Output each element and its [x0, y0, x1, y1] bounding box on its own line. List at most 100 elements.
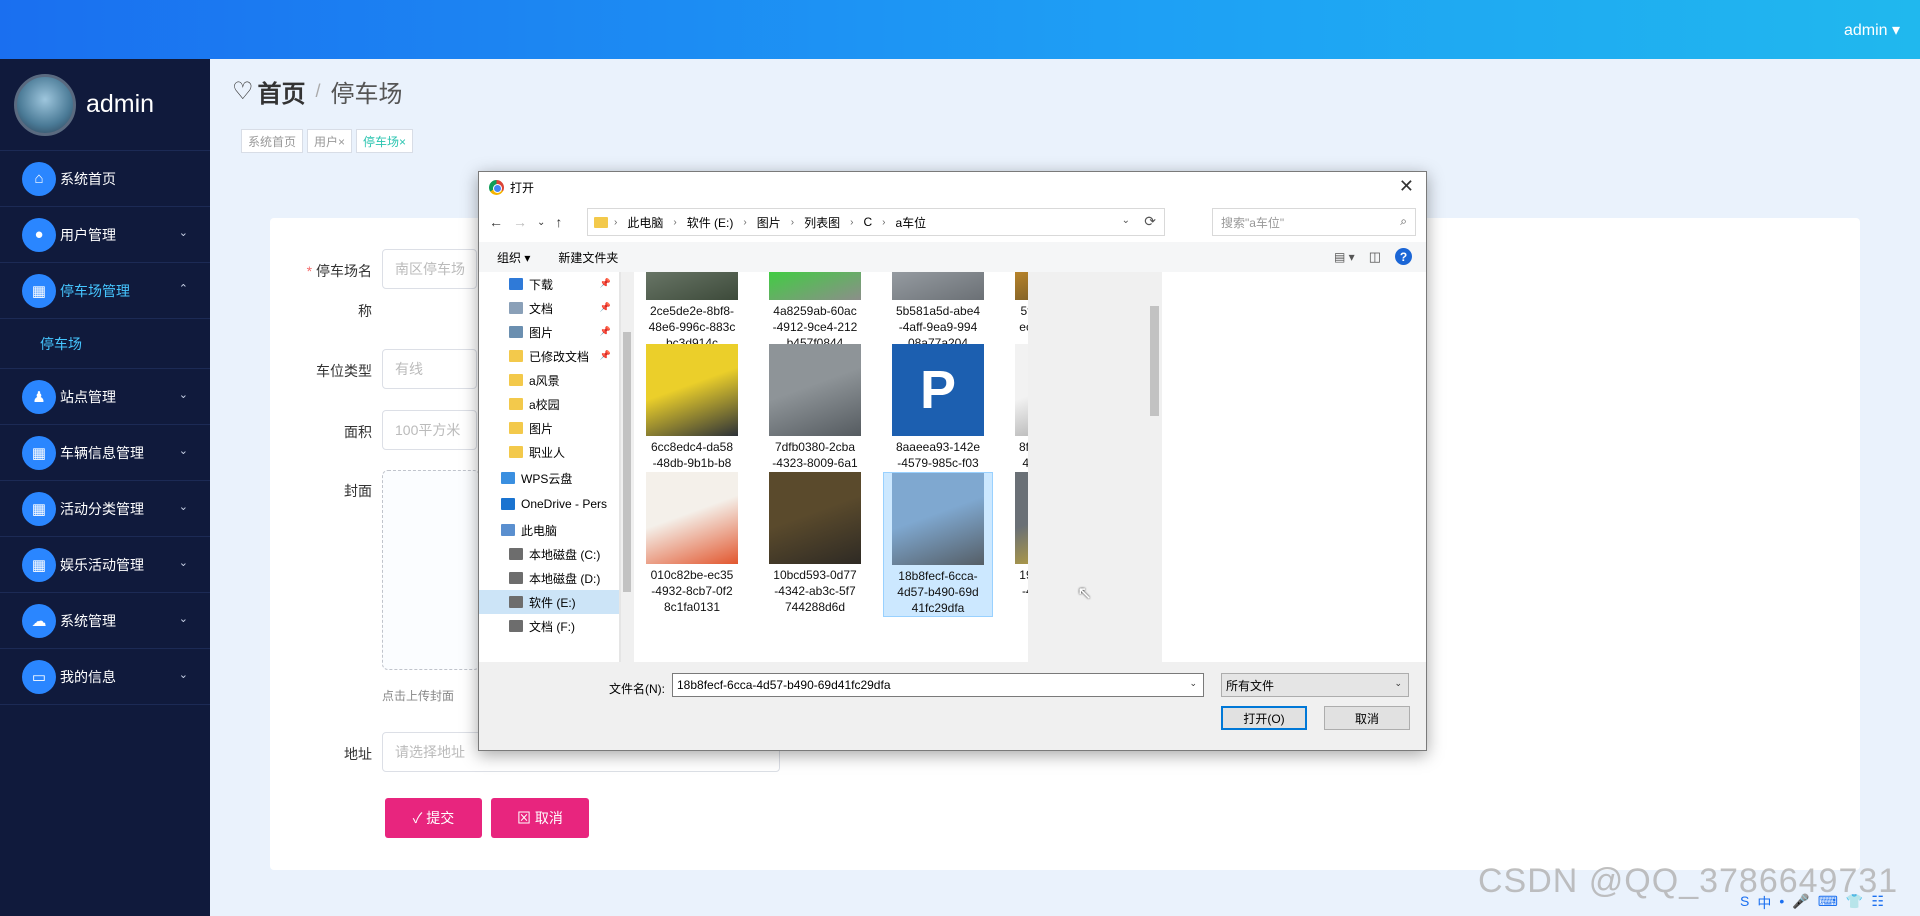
file-tile[interactable]: 4a8259ab-60ac -4912-9ce4-212 b457f0844: [760, 272, 870, 351]
file-thumbnail[interactable]: [1015, 272, 1028, 300]
tree-item[interactable]: 文档 (F:): [479, 614, 619, 638]
chevron-icon[interactable]: ⌄: [179, 444, 188, 457]
submit-button[interactable]: ✓ 提交: [385, 798, 482, 838]
chevron-icon[interactable]: ⌄: [179, 388, 188, 401]
up-icon[interactable]: ↑: [555, 214, 562, 230]
forward-icon[interactable]: →: [513, 214, 527, 230]
tree-item[interactable]: 图片: [479, 416, 619, 440]
file-thumbnail[interactable]: [1015, 344, 1028, 436]
file-thumbnail[interactable]: [646, 272, 738, 300]
tree-item[interactable]: 图片 📌: [479, 320, 619, 344]
path-segment[interactable]: C: [863, 215, 872, 229]
cancel-button[interactable]: ⊠ 取消: [491, 798, 589, 838]
tree-item[interactable]: 职业人: [479, 440, 619, 464]
tree-scroll-thumb[interactable]: [623, 332, 631, 592]
file-tile[interactable]: 7dfb0380-2cba-4323-8009-6a1137d830f2: [760, 344, 870, 487]
file-thumbnail[interactable]: P: [892, 344, 984, 436]
cover-upload[interactable]: [382, 470, 480, 670]
sidebar-item[interactable]: ● 用户管理 ⌄: [0, 207, 210, 263]
file-tile[interactable]: 8f4841b9-ac8e-411b-bf61-934278b1a255: [1006, 344, 1028, 487]
sidebar-item[interactable]: ▦ 娱乐活动管理 ⌄: [0, 537, 210, 593]
file-tile[interactable]: 10bcd593-0d77 -4342-ab3c-5f7 744288d6d: [760, 472, 870, 615]
files-scrollbar[interactable]: [1147, 272, 1162, 662]
search-icon[interactable]: ⌕: [1400, 214, 1407, 229]
tree-item[interactable]: a风景: [479, 368, 619, 392]
filename-dropdown-icon[interactable]: ⌄: [1189, 678, 1197, 689]
tree-item[interactable]: a校园: [479, 392, 619, 416]
tray-icon[interactable]: S: [1740, 893, 1749, 913]
breadcrumb-home[interactable]: 首页: [258, 74, 306, 109]
tree-item[interactable]: 此电脑: [479, 518, 619, 542]
refresh-icon[interactable]: ⟳: [1144, 213, 1156, 230]
organize-button[interactable]: 组织 ▾: [497, 249, 530, 266]
filetype-dropdown-icon[interactable]: ⌄: [1394, 678, 1402, 689]
file-thumbnail[interactable]: [769, 472, 861, 564]
back-icon[interactable]: ←: [489, 214, 503, 230]
tray-icon[interactable]: 👕: [1846, 893, 1863, 913]
filename-input[interactable]: 18b8fecf-6cca-4d57-b490-69d41fc29dfa ⌄: [672, 673, 1204, 697]
chevron-icon[interactable]: ⌄: [179, 500, 188, 513]
filetype-select[interactable]: 所有文件 ⌄: [1221, 673, 1409, 697]
tray-icon[interactable]: •: [1779, 893, 1784, 913]
tree-item[interactable]: WPS云盘: [479, 466, 619, 490]
file-tile[interactable]: 19c50513-8e48 -40f8-ab89-fc973f389bdd: [1006, 472, 1028, 615]
tab-home[interactable]: 系统首页: [241, 129, 304, 153]
file-thumbnail[interactable]: [646, 472, 738, 564]
submenu-item-parking[interactable]: 停车场: [0, 319, 210, 369]
tab-user[interactable]: 用户×: [307, 129, 353, 153]
file-thumbnail[interactable]: [646, 344, 738, 436]
file-tile[interactable]: 2ce5de2e-8bf8- 48e6-996c-883c bc3d914c: [637, 272, 747, 351]
sidebar-item[interactable]: ▭ 我的信息 ⌄: [0, 649, 210, 705]
tree-item[interactable]: 软件 (E:): [479, 590, 619, 614]
file-tile[interactable]: P8aaeea93-142e-4579-985c-f03b0bde885d: [883, 344, 993, 487]
file-thumbnail[interactable]: [892, 473, 984, 565]
area-input[interactable]: 100平方米: [382, 410, 477, 450]
recent-chevron-icon[interactable]: ⌄: [537, 217, 545, 228]
chevron-icon[interactable]: ⌄: [179, 556, 188, 569]
tray-icon[interactable]: 🎤: [1792, 893, 1809, 913]
chevron-icon[interactable]: ⌃: [179, 282, 188, 295]
file-tile[interactable]: 6cc8edc4-da58-48db-9b1b-b8af24806794: [637, 344, 747, 487]
tree-item[interactable]: 下载 📌: [479, 272, 619, 296]
tree-item[interactable]: 本地磁盘 (D:): [479, 566, 619, 590]
sidebar-item[interactable]: ☁ 系统管理 ⌄: [0, 593, 210, 649]
sidebar-item[interactable]: ⌂ 系统首页: [0, 151, 210, 207]
chevron-icon[interactable]: ⌄: [179, 226, 188, 239]
file-thumbnail[interactable]: [1015, 472, 1028, 564]
path-segment[interactable]: 列表图: [804, 214, 840, 231]
user-menu[interactable]: admin ▾: [1844, 20, 1900, 40]
file-thumbnail[interactable]: [892, 272, 984, 300]
files-scroll-thumb[interactable]: [1150, 306, 1159, 416]
sidebar-item[interactable]: ▦ 停车场管理 ⌃: [0, 263, 210, 319]
tray-icon[interactable]: ⌨: [1818, 893, 1838, 913]
tree-item[interactable]: 文档 📌: [479, 296, 619, 320]
file-thumbnail[interactable]: [769, 272, 861, 300]
file-thumbnail[interactable]: [769, 344, 861, 436]
file-tile[interactable]: 5f39f7ff-ff1b-45ec-a32f-c893e4a8c3f7: [1006, 272, 1028, 351]
name-input[interactable]: 南区停车场: [382, 249, 477, 289]
file-tile[interactable]: 5b581a5d-abe4 -4aff-9ea9-994 08a77a204: [883, 272, 993, 351]
help-icon[interactable]: ?: [1395, 248, 1412, 265]
path-segment[interactable]: a车位: [895, 214, 926, 231]
sidebar-item[interactable]: ▦ 车辆信息管理 ⌄: [0, 425, 210, 481]
tree-scrollbar[interactable]: [620, 272, 633, 662]
tray-icon[interactable]: 中: [1757, 893, 1771, 913]
sidebar-item[interactable]: ♟ 站点管理 ⌄: [0, 369, 210, 425]
tree-item[interactable]: OneDrive - Pers: [479, 492, 619, 516]
tree-item[interactable]: 已修改文档 📌: [479, 344, 619, 368]
address-dropdown-icon[interactable]: ⌄: [1122, 215, 1130, 226]
tray-icon[interactable]: ☷: [1871, 893, 1884, 913]
preview-pane-icon[interactable]: ◫: [1369, 249, 1381, 265]
path-segment[interactable]: 此电脑: [627, 214, 663, 231]
path-segment[interactable]: 图片: [757, 214, 781, 231]
dialog-cancel-button[interactable]: 取消: [1324, 706, 1410, 730]
tree-item[interactable]: 本地磁盘 (C:): [479, 542, 619, 566]
search-input[interactable]: 搜索"a车位" ⌕: [1212, 208, 1416, 236]
file-tile[interactable]: 18b8fecf-6cca- 4d57-b490-69d 41fc29dfa: [883, 472, 993, 617]
view-mode-icon[interactable]: ▤ ▾: [1334, 250, 1355, 264]
path-segment[interactable]: 软件 (E:): [687, 214, 734, 231]
new-folder-button[interactable]: 新建文件夹: [558, 249, 618, 266]
open-button[interactable]: 打开(O): [1221, 706, 1307, 730]
chevron-icon[interactable]: ⌄: [179, 612, 188, 625]
chevron-icon[interactable]: ⌄: [179, 668, 188, 681]
